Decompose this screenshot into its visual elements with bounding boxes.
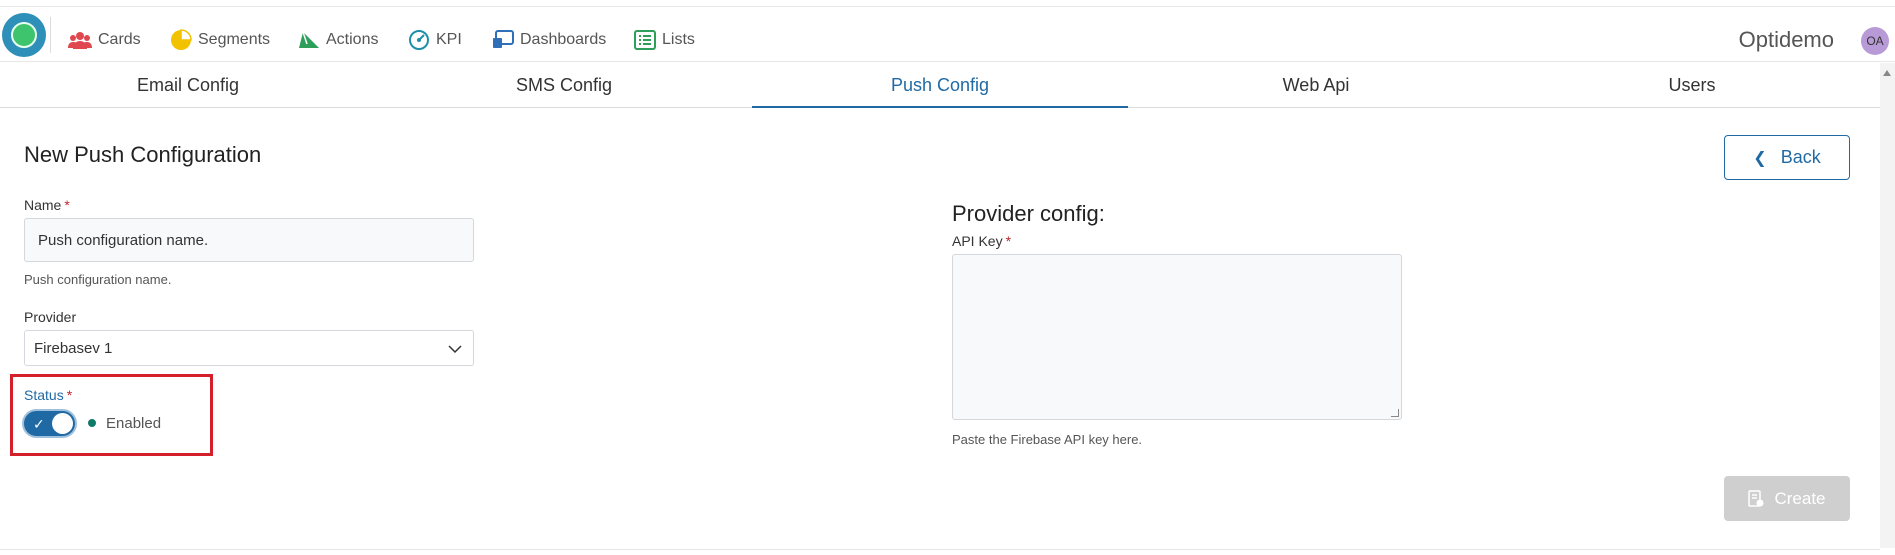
create-button-label: Create [1774,488,1826,508]
tab-users[interactable]: Users [1504,63,1880,107]
chevron-down-icon [448,345,462,354]
status-state-text: Enabled [106,415,162,432]
logo-icon [11,22,37,48]
tab-web-api[interactable]: Web Api [1128,63,1504,107]
api-key-label-text: API Key [952,233,1003,249]
name-input[interactable]: Push configuration name. [24,218,474,262]
dashboard-icon [493,30,514,48]
status-dot [88,419,96,427]
api-key-textarea[interactable] [952,254,1402,420]
required-mark: * [66,387,73,403]
check-icon: ✓ [33,416,45,432]
api-key-label: API Key * [952,233,1011,249]
config-tabs: Email Config SMS Config Push Config Web … [0,63,1880,108]
required-mark: * [64,197,70,213]
provider-label: Provider [24,309,77,325]
name-label-text: Name [24,197,62,213]
scroll-up-icon[interactable] [1883,70,1891,76]
toggle-knob [52,413,73,434]
nav-item-label: Cards [98,31,141,48]
status-toggle[interactable]: ✓ [22,409,77,438]
required-mark: * [1005,233,1012,249]
provider-select[interactable]: Firebasev 1 [24,330,474,366]
avatar[interactable]: OA [1861,27,1889,55]
document-add-icon [1748,489,1764,507]
app-logo[interactable] [2,13,46,57]
provider-config-title: Provider config: [952,201,1105,226]
nav-item-label: KPI [436,31,462,48]
tab-sms-config[interactable]: SMS Config [376,63,752,107]
gauge-icon [409,30,429,50]
nav-item-label: Segments [198,31,271,48]
name-hint: Push configuration name. [24,272,172,287]
create-button[interactable]: Create [1724,476,1850,521]
api-key-hint: Paste the Firebase API key here. [952,432,1143,447]
nav-item-label: Dashboards [520,31,607,48]
status-label-text: Status [24,387,64,403]
send-icon [299,31,319,48]
tab-push-config[interactable]: Push Config [752,63,1128,108]
nav-item-dashboards[interactable]: Dashboards [492,27,606,53]
nav-item-segments[interactable]: Segments [170,27,270,53]
bottom-divider [0,549,1880,550]
top-nav-bar: Cards Segments Actions KPI Dashboards Li… [0,6,1895,62]
nav-item-kpi[interactable]: KPI [408,27,462,53]
back-button[interactable]: ❮ Back [1724,135,1850,180]
nav-item-label: Actions [326,31,379,48]
nav-divider [50,17,51,53]
nav-item-label: Lists [662,31,695,48]
page-title: New Push Configuration [24,142,262,167]
name-label: Name * [24,197,70,213]
list-icon [634,30,656,50]
provider-selected-value: Firebasev 1 [34,339,113,357]
brand-name: Optidemo [1738,27,1834,52]
nav-item-cards[interactable]: Cards [68,27,141,53]
pie-chart-icon [171,29,192,50]
users-icon [68,32,92,49]
back-button-label: Back [1780,147,1821,167]
vertical-scrollbar[interactable] [1880,63,1895,548]
nav-item-lists[interactable]: Lists [634,27,695,53]
resize-handle-icon[interactable] [1391,409,1399,417]
tab-email-config[interactable]: Email Config [0,63,376,107]
chevron-left-icon: ❮ [1753,149,1767,167]
status-label: Status * [24,387,72,403]
nav-item-actions[interactable]: Actions [298,27,378,53]
